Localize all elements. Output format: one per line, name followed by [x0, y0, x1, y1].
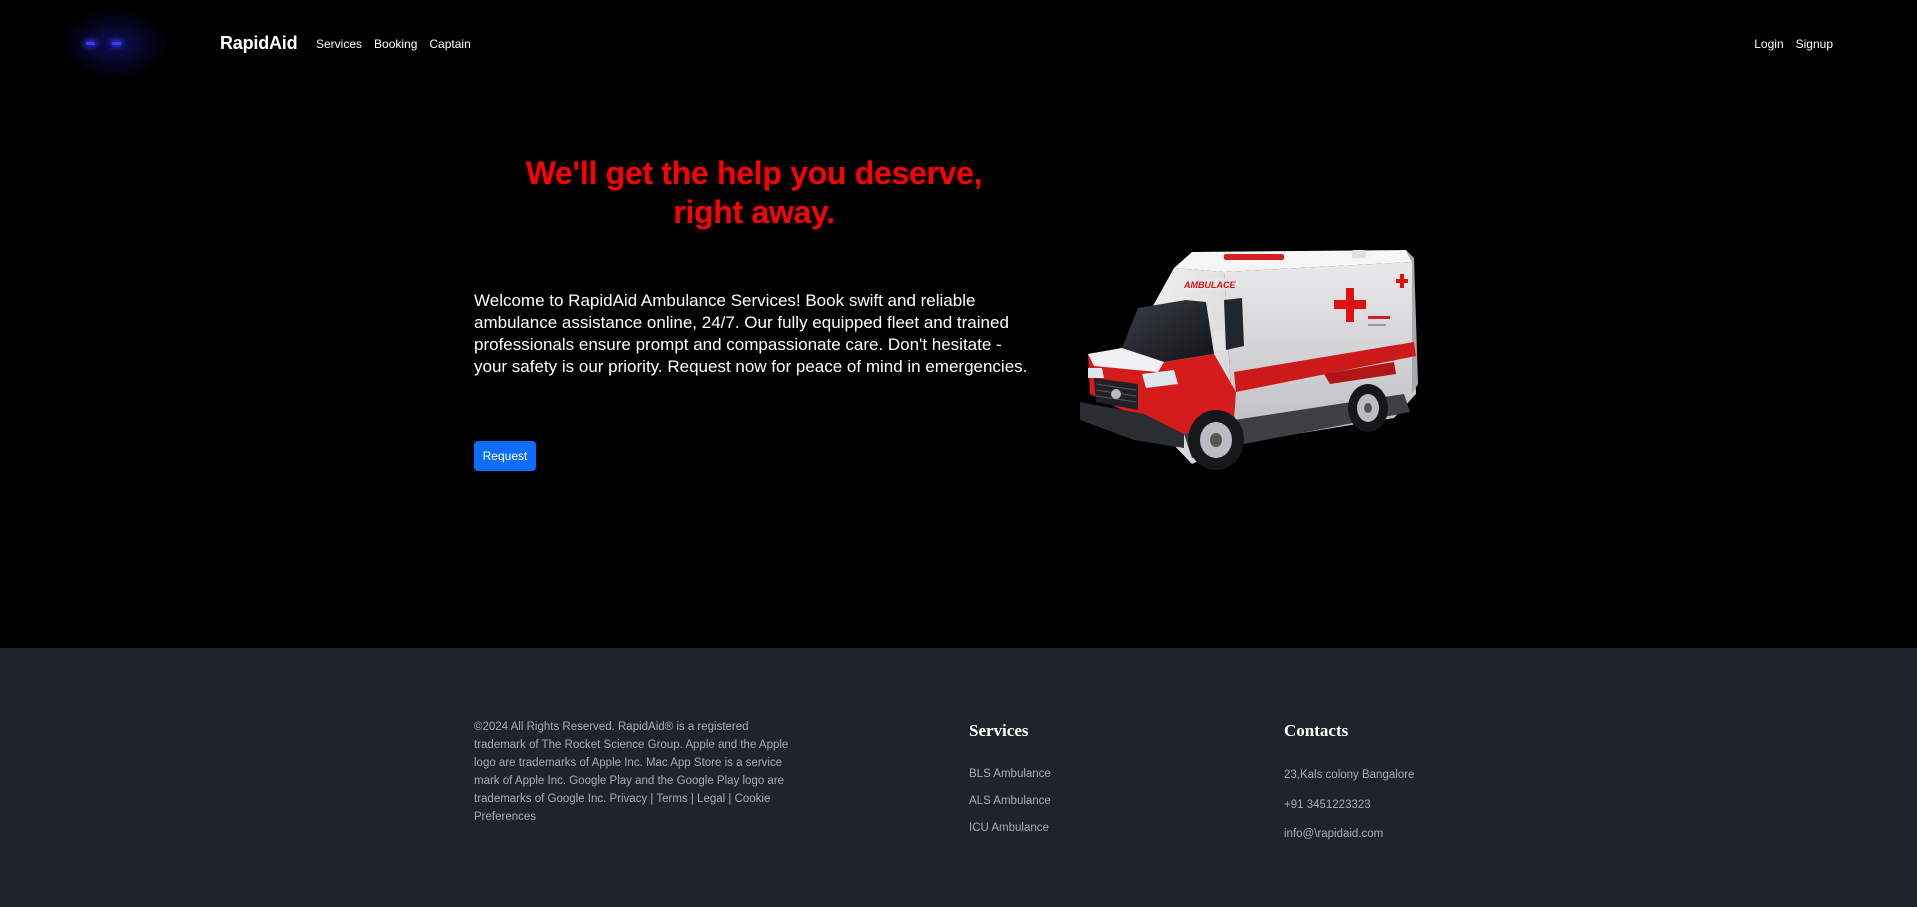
- nav-link-booking[interactable]: Booking: [374, 37, 417, 51]
- hero-title: We'll get the help you deserve, right aw…: [474, 154, 1034, 232]
- glowing-eyes-logo-icon[interactable]: [40, 0, 190, 88]
- ambulance-van-image: AMBULACE: [1080, 250, 1418, 470]
- request-button[interactable]: Request: [474, 441, 536, 471]
- nav-link-captain[interactable]: Captain: [429, 37, 470, 51]
- contact-phone[interactable]: +91 3451223323: [1284, 799, 1414, 829]
- brand-name[interactable]: RapidAid: [220, 33, 298, 54]
- contact-email[interactable]: info@\rapidaid.com: [1284, 828, 1414, 858]
- hero-title-line2: right away.: [673, 194, 835, 230]
- login-link[interactable]: Login: [1754, 37, 1783, 51]
- copyright-text: ©2024 All Rights Reserved. RapidAid® is …: [474, 721, 789, 823]
- logo-eye-right: [112, 42, 121, 45]
- hero-description: Welcome to RapidAid Ambulance Services! …: [474, 291, 1028, 376]
- hero-title-line1: We'll get the help you deserve,: [525, 155, 983, 191]
- service-item-als[interactable]: ALS Ambulance: [969, 795, 1051, 822]
- services-heading: Services: [969, 721, 1029, 740]
- nav-links: Services Booking Captain: [316, 37, 471, 51]
- contacts-list: 23,Kals colony Bangalore +91 3451223323 …: [1284, 769, 1414, 858]
- contacts-heading: Contacts: [1284, 721, 1349, 740]
- services-list: BLS Ambulance ALS Ambulance ICU Ambulanc…: [969, 768, 1051, 849]
- auth-links: Login Signup: [1754, 37, 1833, 51]
- ambulance-decal-text: AMBULACE: [1183, 280, 1236, 290]
- page-root: RapidAid Services Booking Captain Login …: [0, 0, 1917, 907]
- top-navbar: RapidAid Services Booking Captain Login …: [0, 0, 1917, 88]
- service-item-bls[interactable]: BLS Ambulance: [969, 768, 1051, 795]
- site-footer: ©2024 All Rights Reserved. RapidAid® is …: [0, 648, 1917, 907]
- logo-eye-left: [86, 42, 95, 45]
- nav-link-services[interactable]: Services: [316, 37, 362, 51]
- signup-link[interactable]: Signup: [1796, 37, 1833, 51]
- service-item-icu[interactable]: ICU Ambulance: [969, 822, 1051, 849]
- contact-address: 23,Kals colony Bangalore: [1284, 769, 1415, 781]
